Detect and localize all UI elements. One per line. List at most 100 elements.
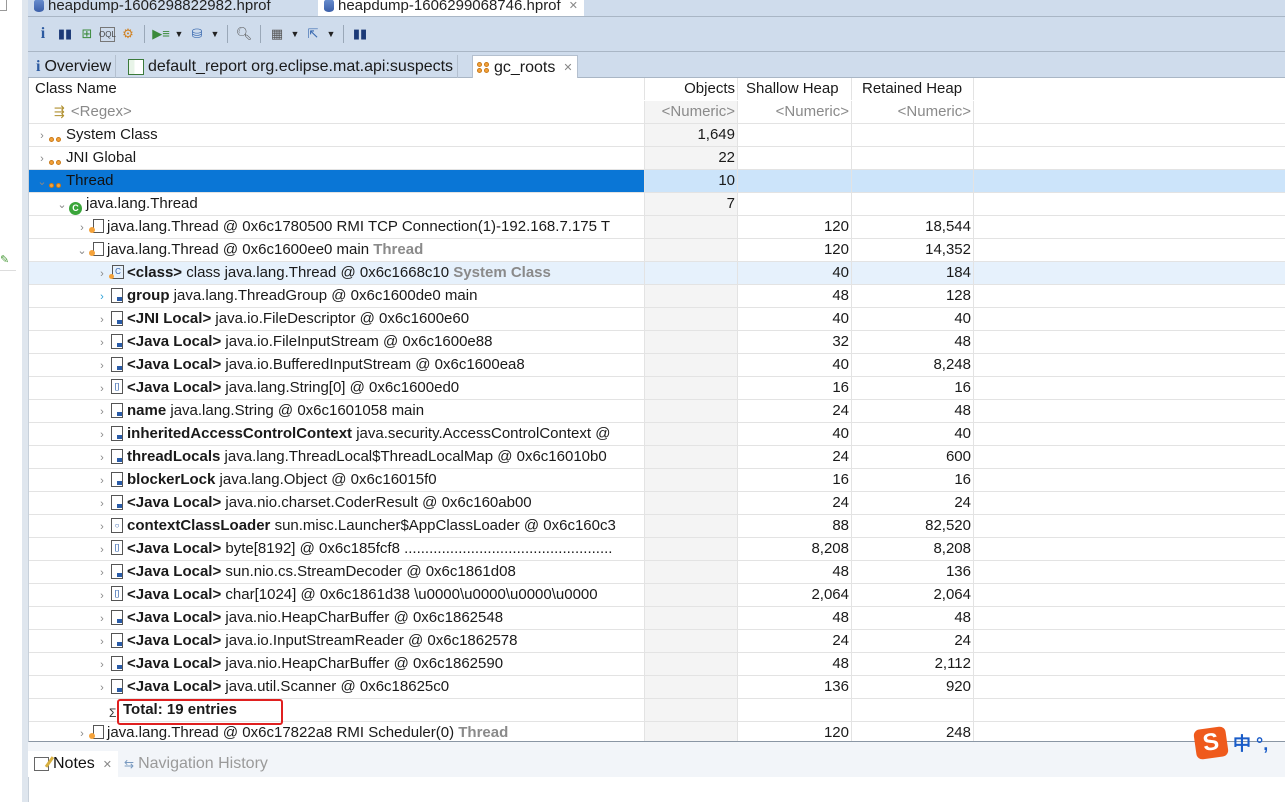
retained-heap-cell: 184	[851, 262, 974, 284]
retained-filter-input[interactable]: <Numeric>	[851, 101, 974, 123]
expand-arrow-icon[interactable]: ›	[95, 608, 109, 629]
expand-arrow-icon[interactable]: ›	[75, 217, 89, 238]
array-icon	[109, 379, 123, 395]
file-tab-2[interactable]: heapdump-1606299068746.hprof ✕	[318, 0, 584, 16]
collapse-arrow-icon[interactable]: ⌄	[35, 171, 49, 192]
gc-roots-icon	[477, 62, 490, 73]
table-row[interactable]: › JNI Global 22	[29, 147, 1285, 170]
table-row[interactable]: › <Java Local> sun.nio.cs.StreamDecoder @…	[29, 561, 1285, 584]
table-row[interactable]: › <Java Local> java.io.FileInputStream @ …	[29, 331, 1285, 354]
table-row[interactable]: › System Class 1,649	[29, 124, 1285, 147]
retained-heap-cell	[851, 170, 974, 192]
expand-arrow-icon[interactable]: ›	[95, 401, 109, 422]
table-row[interactable]: › threadLocals java.lang.ThreadLocal$Thre…	[29, 446, 1285, 469]
table-row[interactable]: › <class> class java.lang.Thread @ 0x6c16…	[29, 262, 1285, 285]
objects-filter-input[interactable]: <Numeric>	[644, 101, 737, 123]
ime-indicator[interactable]: S 中 °,	[1193, 725, 1268, 761]
expand-arrow-icon[interactable]: ›	[35, 148, 49, 169]
object-label: JNI Global	[66, 149, 137, 166]
collapse-arrow-icon[interactable]: ⌄	[55, 194, 69, 215]
table-row[interactable]: › <Java Local> java.util.Scanner @ 0x6c18…	[29, 676, 1285, 699]
table-row[interactable]: › <Java Local> byte[8192] @ 0x6c185fcf8 .…	[29, 538, 1285, 561]
table-row[interactable]: › java.lang.Thread @ 0x6c1780500 RMI TCP …	[29, 216, 1285, 239]
object-label: java.io.FileInputStream @ 0x6c1600e88	[225, 333, 493, 350]
export-icon[interactable]: ⇱	[304, 25, 322, 43]
table-row[interactable]: ⌄ Cjava.lang.Thread 7	[29, 193, 1285, 216]
table-row[interactable]: › <Java Local> java.lang.String[0] @ 0x6c…	[29, 377, 1285, 400]
query-browser-icon[interactable]: ⛁	[188, 25, 206, 43]
table-row[interactable]: › <Java Local> java.nio.HeapCharBuffer @ …	[29, 653, 1285, 676]
table-row[interactable]: › inheritedAccessControlContext java.secu…	[29, 423, 1285, 446]
expand-arrow-icon[interactable]: ›	[95, 286, 109, 307]
expand-arrow-icon[interactable]: ›	[95, 516, 109, 537]
expand-arrow-icon[interactable]: ›	[95, 585, 109, 606]
expand-arrow-icon[interactable]: ›	[95, 562, 109, 583]
expand-arrow-icon[interactable]: ›	[95, 631, 109, 652]
table-row[interactable]: › <Java Local> java.nio.charset.CoderResu…	[29, 492, 1285, 515]
oql-icon[interactable]: OQL	[99, 26, 116, 42]
table-row[interactable]: › <Java Local> java.nio.HeapCharBuffer @ …	[29, 607, 1285, 630]
dominator-tree-icon[interactable]: ⊞	[78, 25, 96, 43]
column-header-objects[interactable]: Objects	[644, 78, 737, 100]
column-header-class-name[interactable]: Class Name	[29, 78, 644, 100]
heap-dump-overview-icon[interactable]: ▮▮	[351, 25, 369, 43]
search-icon[interactable]: 🔍︎	[235, 25, 253, 43]
retained-heap-cell: 82,520	[851, 515, 974, 537]
calculator-icon[interactable]: ▦	[268, 25, 286, 43]
tab-label: Navigation History	[138, 755, 268, 772]
tab-notes[interactable]: Notes ✕	[28, 751, 119, 777]
expand-arrow-icon[interactable]: ›	[95, 493, 109, 514]
expand-arrow-icon[interactable]: ›	[35, 125, 49, 146]
expand-arrow-icon[interactable]: ›	[95, 309, 109, 330]
table-row[interactable]: › <Java Local> char[1024] @ 0x6c1861d38 \…	[29, 584, 1285, 607]
table-row[interactable]: › name java.lang.String @ 0x6c1601058 mai…	[29, 400, 1285, 423]
chevron-down-icon[interactable]: ▼	[174, 25, 184, 43]
table-row[interactable]: › contextClassLoader sun.misc.Launcher$Ap…	[29, 515, 1285, 538]
bottom-panel: Notes ✕ ⇆ Navigation History	[28, 742, 1285, 802]
expand-arrow-icon[interactable]: ›	[95, 539, 109, 560]
table-row[interactable]: › blockerLock java.lang.Object @ 0x6c1601…	[29, 469, 1285, 492]
regex-filter-input[interactable]: <Regex>	[71, 103, 132, 120]
expand-arrow-icon[interactable]: ›	[95, 470, 109, 491]
expand-arrow-icon[interactable]: ›	[95, 355, 109, 376]
table-row[interactable]: › java.lang.Thread @ 0x6c17822a8 RMI Sche…	[29, 722, 1285, 741]
run-report-icon[interactable]: ▶≡	[152, 25, 170, 43]
notes-editor[interactable]	[28, 777, 1285, 802]
regex-filter[interactable]: ⇶ <Regex>	[29, 101, 644, 123]
chevron-down-icon[interactable]: ▼	[326, 25, 336, 43]
thread-overview-icon[interactable]: ⚙	[119, 25, 137, 43]
info-icon[interactable]: i	[34, 25, 52, 43]
table-row[interactable]: ⌄ Thread 10	[29, 170, 1285, 193]
table-row[interactable]: › group java.lang.ThreadGroup @ 0x6c1600d…	[29, 285, 1285, 308]
object-icon	[109, 609, 123, 625]
column-header-shallow-heap[interactable]: Shallow Heap	[737, 78, 851, 100]
expand-arrow-icon[interactable]: ›	[95, 677, 109, 698]
table-row[interactable]: ⌄ java.lang.Thread @ 0x6c1600ee0 main Thr…	[29, 239, 1285, 262]
chevron-down-icon[interactable]: ▼	[290, 25, 300, 43]
expand-arrow-icon[interactable]: ›	[95, 332, 109, 353]
collapse-arrow-icon[interactable]: ⌄	[75, 240, 89, 261]
filter-row: ⇶ <Regex> <Numeric> <Numeric> <Numeric>	[29, 101, 1285, 124]
close-icon[interactable]: ✕	[563, 61, 572, 74]
close-icon[interactable]: ✕	[569, 0, 578, 12]
chevron-down-icon[interactable]: ▼	[210, 25, 220, 43]
tab-default-report[interactable]: default_report org.eclipse.mat.api:suspe…	[124, 55, 459, 78]
shallow-filter-input[interactable]: <Numeric>	[737, 101, 851, 123]
expand-arrow-icon[interactable]: ›	[95, 263, 109, 284]
table-row[interactable]: › <Java Local> java.io.InputStreamReader …	[29, 630, 1285, 653]
expand-arrow-icon[interactable]: ›	[75, 723, 89, 741]
total-row[interactable]: Σ Total: 19 entries	[29, 699, 1285, 725]
tab-gc-roots[interactable]: gc_roots ✕	[472, 55, 578, 79]
expand-arrow-icon[interactable]: ›	[95, 424, 109, 445]
close-icon[interactable]: ✕	[103, 758, 112, 771]
column-header-retained-heap[interactable]: Retained Heap	[851, 78, 974, 100]
file-tab-1[interactable]: heapdump-1606298822982.hprof	[28, 0, 277, 16]
table-row[interactable]: › <Java Local> java.io.BufferedInputStrea…	[29, 354, 1285, 377]
expand-arrow-icon[interactable]: ›	[95, 378, 109, 399]
table-row[interactable]: › <JNI Local> java.io.FileDescriptor @ 0x…	[29, 308, 1285, 331]
expand-arrow-icon[interactable]: ›	[95, 447, 109, 468]
tab-navigation-history[interactable]: ⇆ Navigation History	[118, 751, 274, 777]
tab-overview[interactable]: i Overview	[32, 55, 117, 78]
histogram-icon[interactable]: ▮▮	[56, 25, 74, 43]
expand-arrow-icon[interactable]: ›	[95, 654, 109, 675]
